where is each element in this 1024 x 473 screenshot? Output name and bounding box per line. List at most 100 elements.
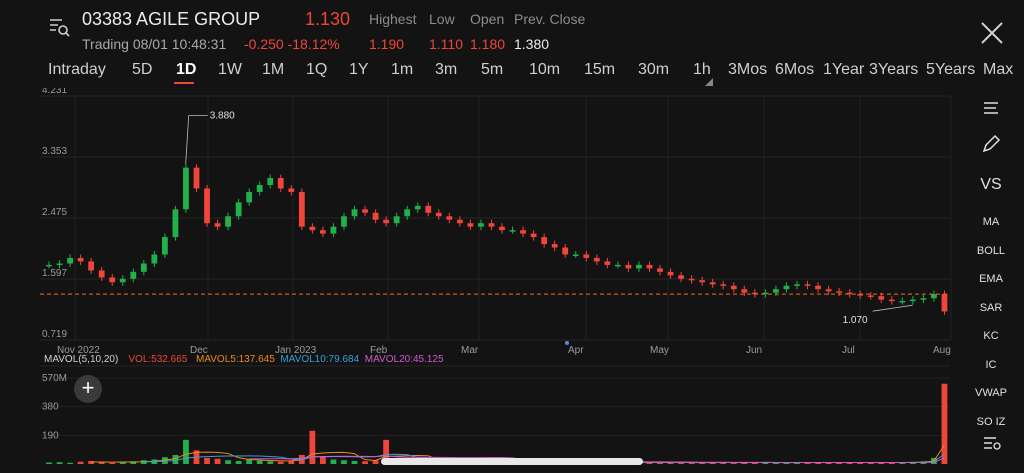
tab-6mos[interactable]: 6Mos xyxy=(775,61,814,79)
y-tick-label: 1.597 xyxy=(42,268,67,279)
compare-vs-button[interactable]: VS xyxy=(966,176,1016,194)
candle-body xyxy=(77,257,84,262)
tab-3mos[interactable]: 3Mos xyxy=(728,61,767,79)
candle-body xyxy=(478,223,484,227)
low-label: Low xyxy=(429,11,455,27)
tab-1h[interactable]: 1h xyxy=(693,61,711,79)
candle-body xyxy=(688,278,695,281)
tab-5d[interactable]: 5D xyxy=(132,61,152,79)
prev-close-value: 1.380 xyxy=(514,36,550,52)
volume-bar xyxy=(183,439,189,464)
watchlist-search-icon[interactable] xyxy=(48,16,70,38)
y-tick-label: 2.475 xyxy=(42,207,67,218)
highest-value: 1.190 xyxy=(369,36,405,52)
list-lines-icon[interactable] xyxy=(966,100,1016,118)
candle-body xyxy=(467,223,474,227)
candle-body xyxy=(488,223,495,227)
prev-close-label: Prev. Close xyxy=(514,11,586,27)
candle-body xyxy=(709,282,716,285)
x-tick-label: Jun xyxy=(746,345,762,356)
candle-body xyxy=(183,167,189,210)
indicator-ic[interactable]: IC xyxy=(966,359,1016,371)
tab-5years[interactable]: 5Years xyxy=(926,61,975,79)
candle-body xyxy=(720,284,727,286)
tab-3years[interactable]: 3Years xyxy=(869,61,918,79)
chart-scrollbar[interactable] xyxy=(381,458,643,465)
volume-bar xyxy=(67,462,73,464)
add-indicator-button[interactable]: + xyxy=(74,375,102,403)
candle-body xyxy=(298,191,305,227)
volume-bar xyxy=(225,460,231,464)
candle-body xyxy=(836,291,843,293)
close-icon[interactable] xyxy=(978,19,1006,47)
price-chart[interactable]: 4.2313.3532.4751.5970.719Nov 2022 Dec Jan … xyxy=(40,88,960,470)
tab-1m[interactable]: 1m xyxy=(391,61,413,79)
tab-5m[interactable]: 5m xyxy=(481,61,503,79)
y-tick-label: 3.353 xyxy=(42,146,67,157)
indicator-toolbar: VS MA BOLL EMA SAR KC IC VWAP SO IZ xyxy=(966,96,1016,466)
tab-1q[interactable]: 1Q xyxy=(306,61,327,79)
candle-body xyxy=(161,237,168,255)
settings-list-icon[interactable] xyxy=(966,434,1016,452)
candle-body xyxy=(794,284,800,286)
volume-bar xyxy=(277,461,284,464)
indicator-sar[interactable]: SAR xyxy=(966,302,1016,314)
volume-bar xyxy=(256,460,263,464)
candle-body xyxy=(825,289,832,292)
volume-bar xyxy=(98,462,105,464)
tab-intraday[interactable]: Intraday xyxy=(48,61,106,79)
candle-body xyxy=(699,280,706,283)
candle-body xyxy=(646,264,653,269)
candle-body xyxy=(583,254,590,258)
tab-1d[interactable]: 1D xyxy=(176,61,196,79)
candle-body xyxy=(225,216,231,227)
candle-body xyxy=(235,202,242,217)
candle-body xyxy=(393,216,400,224)
candle-body xyxy=(256,184,263,192)
candle-body xyxy=(119,278,126,283)
volume-y-tick: 380 xyxy=(42,402,59,413)
candle-body xyxy=(678,275,684,279)
candle-body xyxy=(636,264,642,269)
y-tick-label: 0.719 xyxy=(42,329,67,340)
volume-bar xyxy=(288,460,295,464)
candle-body xyxy=(730,285,737,290)
current-price: 1.130 xyxy=(305,9,351,29)
tab-15m[interactable]: 15m xyxy=(584,61,615,79)
x-tick-label: Jul xyxy=(842,345,855,356)
candle-body xyxy=(56,263,63,266)
tab-1m[interactable]: 1M xyxy=(262,61,284,79)
volume-bar xyxy=(330,459,337,464)
tab-1w[interactable]: 1W xyxy=(218,61,242,79)
tab-1year[interactable]: 1Year xyxy=(823,61,864,79)
candle-body xyxy=(604,261,611,265)
candle-body xyxy=(878,296,885,300)
candle-body xyxy=(551,244,558,248)
candle-body xyxy=(341,216,347,227)
candle-body xyxy=(657,268,663,272)
indicator-boll[interactable]: BOLL xyxy=(966,245,1016,257)
candle-body xyxy=(614,264,621,267)
x-tick-label: Aug xyxy=(933,345,951,356)
candle-body xyxy=(109,277,116,283)
candle-body xyxy=(46,264,52,267)
indicator-vwap[interactable]: VWAP xyxy=(966,387,1016,399)
volume-y-tick: 190 xyxy=(42,430,59,441)
volume-bar xyxy=(235,460,242,464)
x-tick-label: Mar xyxy=(461,345,479,356)
tab-1y[interactable]: 1Y xyxy=(349,61,369,79)
tab-30m[interactable]: 30m xyxy=(638,61,669,79)
indicator-ema[interactable]: EMA xyxy=(966,273,1016,285)
candle-body xyxy=(909,299,916,302)
candle-body xyxy=(67,257,73,264)
high-label: 3.880 xyxy=(210,111,235,122)
candle-body xyxy=(172,209,179,238)
indicator-kc[interactable]: KC xyxy=(966,330,1016,342)
candle-body xyxy=(246,191,253,203)
tab-3m[interactable]: 3m xyxy=(435,61,457,79)
tab-10m[interactable]: 10m xyxy=(529,61,560,79)
indicator-ma[interactable]: MA xyxy=(966,216,1016,228)
pencil-icon[interactable] xyxy=(966,134,1016,154)
indicator-so-iz[interactable]: SO IZ xyxy=(966,416,1016,428)
tab-max[interactable]: Max xyxy=(983,61,1013,79)
